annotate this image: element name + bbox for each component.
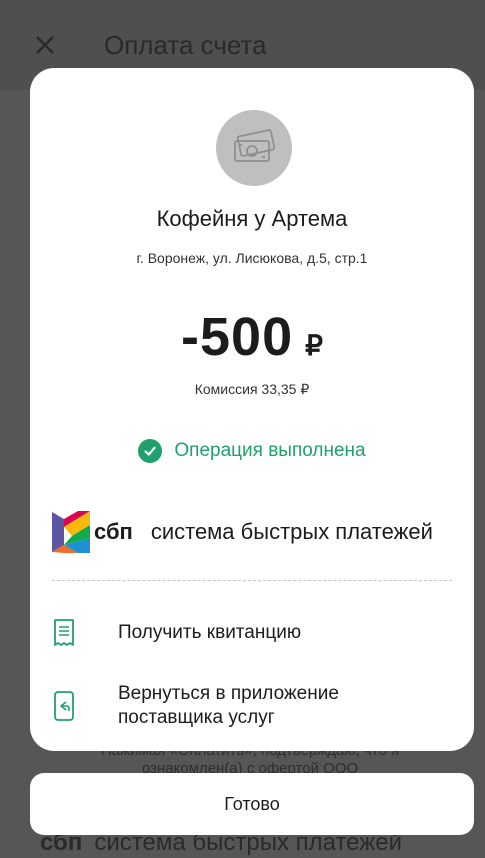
get-receipt-button[interactable]: Получить квитанцию (52, 616, 301, 650)
done-button[interactable]: Готово (30, 773, 474, 835)
merchant-address: г. Воронеж, ул. Лисюкова, д.5, стр.1 (136, 250, 368, 266)
sbp-logo: сбп система быстрых платежей (52, 508, 433, 556)
amount-value: -500 (181, 307, 294, 367)
return-to-app-icon (52, 689, 76, 723)
page-title: Оплата счета (104, 30, 267, 60)
cash-icon (234, 129, 276, 162)
sbp-text: система быстрых платежей (150, 519, 433, 544)
return-to-app-label: Вернуться в приложение поставщика услуг (118, 683, 339, 728)
commission-text: Комиссия 33,35 ₽ (194, 381, 310, 397)
return-to-app-button[interactable]: Вернуться в приложение поставщика услуг (52, 682, 378, 730)
merchant-avatar (216, 110, 292, 186)
status-badge: Операция выполнена (30, 439, 474, 463)
get-receipt-label: Получить квитанцию (118, 622, 302, 643)
receipt-icon (52, 616, 76, 650)
payment-result-card: Кофейня у Артема г. Воронеж, ул. Лисюков… (30, 68, 474, 751)
merchant-name: Кофейня у Артема (156, 206, 348, 231)
dashed-divider (52, 580, 452, 581)
currency-symbol: ₽ (305, 330, 323, 361)
sbp-logo-icon (52, 511, 90, 553)
status-text: Операция выполнена (174, 440, 366, 461)
check-circle-icon (138, 439, 163, 463)
payment-amount: -500 ₽ (30, 306, 474, 368)
sbp-brand: сбп (94, 519, 133, 544)
close-icon[interactable] (30, 30, 60, 60)
